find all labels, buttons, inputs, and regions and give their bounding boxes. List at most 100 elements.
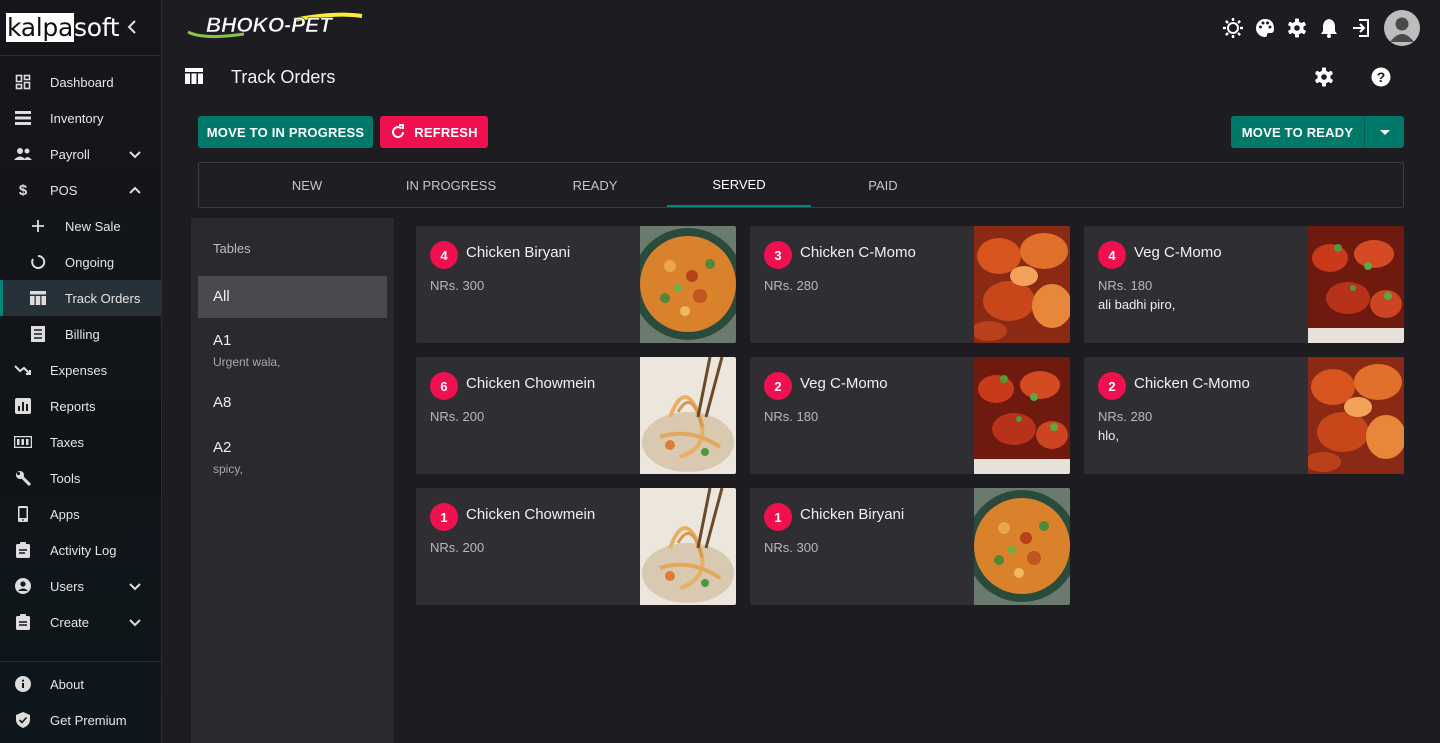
table-item-a8[interactable]: A8: [198, 394, 387, 424]
palette-icon[interactable]: [1254, 17, 1276, 39]
sidebar-item-pos[interactable]: $ POS: [0, 172, 161, 208]
wrench-icon: [14, 469, 32, 487]
move-to-ready-button[interactable]: MOVE TO READY: [1231, 116, 1364, 148]
tab-label: NEW: [291, 177, 323, 193]
page-header: Track Orders ?: [162, 56, 1440, 100]
kalpasoft-logo: kalpasoft: [6, 13, 120, 42]
item-name: Veg C-Momo: [1134, 244, 1222, 261]
top-bar: BHOKO-PET: [162, 0, 1440, 56]
table-icon: [185, 68, 205, 88]
sidebar-item-label: Activity Log: [50, 542, 117, 558]
avatar[interactable]: [1384, 10, 1420, 46]
sidebar-item-about[interactable]: About: [0, 666, 161, 702]
order-card[interactable]: 1 Chicken Chowmein NRs. 200: [416, 488, 736, 605]
order-card[interactable]: 2 Veg C-Momo NRs. 180: [750, 357, 1070, 474]
sidebar-item-payroll[interactable]: Payroll: [0, 136, 161, 172]
tab-served[interactable]: SERVED: [667, 163, 811, 207]
sidebar-item-label: POS: [50, 182, 78, 198]
top-actions: [1212, 10, 1420, 46]
move-to-ready-dropdown-button[interactable]: [1364, 116, 1404, 148]
tab-label: IN PROGRESS: [405, 177, 497, 193]
order-card[interactable]: 3 Chicken C-Momo NRs. 280: [750, 226, 1070, 343]
quantity-badge: 4: [1098, 241, 1126, 269]
button-label: REFRESH: [414, 124, 478, 140]
collapse-sidebar-button[interactable]: [121, 14, 143, 40]
bhoko-pet-logo[interactable]: BHOKO-PET: [184, 10, 364, 47]
order-card[interactable]: 1 Chicken Biryani NRs. 300: [750, 488, 1070, 605]
item-name: Chicken C-Momo: [800, 244, 916, 261]
tab-new[interactable]: NEW: [235, 163, 379, 207]
sidebar-item-taxes[interactable]: Taxes: [0, 424, 161, 460]
bell-icon[interactable]: [1318, 17, 1340, 39]
table-item-all[interactable]: All: [198, 276, 387, 318]
sidebar-item-label: Tools: [50, 470, 81, 486]
progress-icon: [29, 253, 47, 271]
sidebar-item-label: Dashboard: [50, 74, 114, 90]
quantity-badge: 6: [430, 372, 458, 400]
table-name: All: [213, 288, 230, 305]
sidebar-item-track-orders[interactable]: Track Orders: [0, 280, 161, 316]
sidebar-item-label: Create: [50, 614, 90, 630]
sidebar-item-apps[interactable]: Apps: [0, 496, 161, 532]
refresh-icon: [390, 124, 406, 140]
veg-momo-image: [974, 357, 1070, 474]
logout-icon[interactable]: [1350, 17, 1372, 39]
chicken-momo-image: [1308, 357, 1404, 474]
item-price: NRs. 180: [764, 409, 819, 424]
sidebar-item-expenses[interactable]: Expenses: [0, 352, 161, 388]
tab-label: SERVED: [712, 176, 766, 192]
chevron-down-icon: [127, 614, 143, 630]
refresh-button[interactable]: REFRESH: [380, 116, 488, 148]
caret-down-icon: [1379, 125, 1391, 140]
sidebar-item-new-sale[interactable]: New Sale: [0, 208, 161, 244]
item-price: NRs. 180: [1098, 278, 1153, 293]
sidebar-item-inventory[interactable]: Inventory: [0, 100, 161, 136]
table-item-a2[interactable]: A2 spicy,: [198, 439, 387, 489]
item-price: NRs. 280: [1098, 409, 1153, 424]
quantity-badge: 2: [1098, 372, 1126, 400]
order-card[interactable]: 6 Chicken Chowmein NRs. 200: [416, 357, 736, 474]
sidebar-item-ongoing[interactable]: Ongoing: [0, 244, 161, 280]
shield-check-icon: [14, 711, 32, 729]
chicken-momo-image: [974, 226, 1070, 343]
chevron-down-icon: [127, 578, 143, 594]
page-settings-icon[interactable]: [1314, 67, 1336, 89]
move-to-in-progress-button[interactable]: MOVE TO IN PROGRESS: [198, 116, 373, 148]
tab-ready[interactable]: READY: [523, 163, 667, 207]
brightness-icon[interactable]: [1222, 17, 1244, 39]
biryani-image: [640, 226, 736, 343]
sidebar-item-label: Get Premium: [50, 712, 127, 728]
sidebar-item-create[interactable]: Create: [0, 604, 161, 640]
order-card[interactable]: 4 Chicken Biryani NRs. 300: [416, 226, 736, 343]
dollar-icon: $: [18, 181, 28, 199]
item-name: Chicken Chowmein: [466, 506, 596, 523]
sidebar-bottom: About Get Premium: [0, 661, 161, 743]
sidebar-item-label: New Sale: [65, 218, 121, 234]
item-note: hlo,: [1098, 428, 1119, 443]
inventory-icon: [14, 109, 32, 127]
sidebar-item-dashboard[interactable]: Dashboard: [0, 64, 161, 100]
tab-in-progress[interactable]: IN PROGRESS: [379, 163, 523, 207]
order-card[interactable]: 2 Chicken C-Momo NRs. 280 hlo,: [1084, 357, 1404, 474]
sidebar-item-activity-log[interactable]: Activity Log: [0, 532, 161, 568]
quantity-badge: 2: [764, 372, 792, 400]
tab-paid[interactable]: PAID: [811, 163, 955, 207]
quantity-badge: 1: [430, 503, 458, 531]
sidebar-item-reports[interactable]: Reports: [0, 388, 161, 424]
help-icon[interactable]: ?: [1371, 67, 1393, 89]
sidebar-item-label: Inventory: [50, 110, 104, 126]
settings-icon[interactable]: [1286, 17, 1308, 39]
sidebar-item-tools[interactable]: Tools: [0, 460, 161, 496]
sidebar-item-users[interactable]: Users: [0, 568, 161, 604]
sidebar-item-label: Reports: [50, 398, 96, 414]
taxes-icon: [14, 433, 32, 451]
table-note: spicy,: [213, 462, 243, 476]
sidebar-item-get-premium[interactable]: Get Premium: [0, 702, 161, 738]
sidebar-item-billing[interactable]: Billing: [0, 316, 161, 352]
sidebar-item-label: Apps: [50, 506, 80, 522]
order-card[interactable]: 4 Veg C-Momo NRs. 180 ali badhi piro,: [1084, 226, 1404, 343]
quantity-badge: 4: [430, 241, 458, 269]
veg-momo-image: [1308, 226, 1404, 343]
sidebar: kalpasoft Dashboard Inventory Payroll $ …: [0, 0, 162, 743]
table-item-a1[interactable]: A1 Urgent wala,: [198, 332, 387, 382]
